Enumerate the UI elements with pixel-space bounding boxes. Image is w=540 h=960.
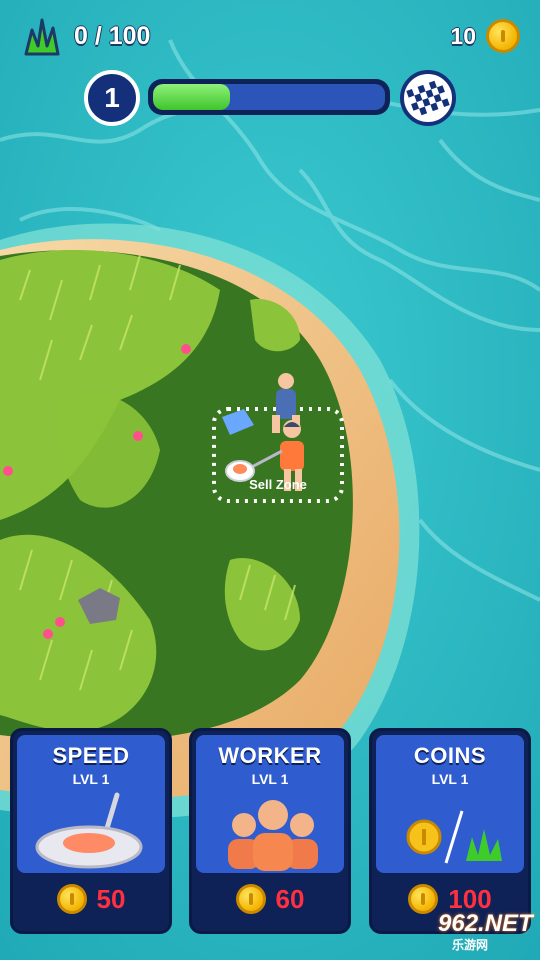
card-price: 60 (192, 881, 348, 917)
price-value: 60 (275, 883, 305, 914)
grass-counter: 0 / 100 (22, 14, 150, 58)
finish-flag-icon (400, 70, 456, 126)
coin-icon (56, 884, 87, 914)
cooler-box-icon (222, 409, 254, 435)
progress-fill (153, 84, 230, 110)
coin-icon (235, 884, 266, 914)
card-level: LVL 1 (72, 771, 110, 787)
watermark-text: 962.NET (438, 910, 533, 937)
grass-count-text: 0 / 100 (74, 21, 151, 50)
progress-track (153, 84, 385, 110)
card-panel: SPEED LVL 1 (17, 735, 165, 873)
card-price: 50 (13, 881, 169, 917)
price-value: 50 (96, 883, 126, 914)
upgrade-cards: SPEED LVL 1 50 WORKER LVL 1 60 COINS LVL… (0, 728, 540, 938)
card-title: SPEED (52, 743, 130, 768)
level-progress-bar (148, 79, 390, 115)
current-level-text: 1 (104, 82, 120, 113)
upgrade-card-worker[interactable]: WORKER LVL 1 60 (189, 728, 351, 934)
upgrade-card-speed[interactable]: SPEED LVL 1 50 (10, 728, 172, 934)
card-level: LVL 1 (431, 771, 469, 787)
coin-count-text: 10 (450, 22, 476, 49)
coin-to-grass-icon (406, 810, 502, 864)
watermark: 962.NET 乐游网 (398, 908, 534, 954)
card-title: COINS (413, 743, 487, 768)
card-panel: COINS LVL 1 (376, 735, 524, 873)
watermark-subtext: 乐游网 (452, 938, 489, 952)
grass-icon (24, 18, 60, 56)
card-level: LVL 1 (251, 771, 289, 787)
workers-icon (228, 800, 318, 871)
sell-zone: Sell Zone (212, 373, 344, 503)
mower-blade-icon (35, 792, 143, 869)
card-panel: WORKER LVL 1 (196, 735, 344, 873)
coin-counter: 10 (450, 14, 520, 58)
coin-icon (486, 19, 520, 53)
current-level-badge: 1 (84, 70, 140, 126)
sell-zone-label: Sell Zone (249, 477, 307, 492)
card-title: WORKER (218, 743, 322, 768)
upgrade-card-coins[interactable]: COINS LVL 1 100 (369, 728, 531, 934)
top-hud: 0 / 100 10 1 (0, 0, 540, 140)
